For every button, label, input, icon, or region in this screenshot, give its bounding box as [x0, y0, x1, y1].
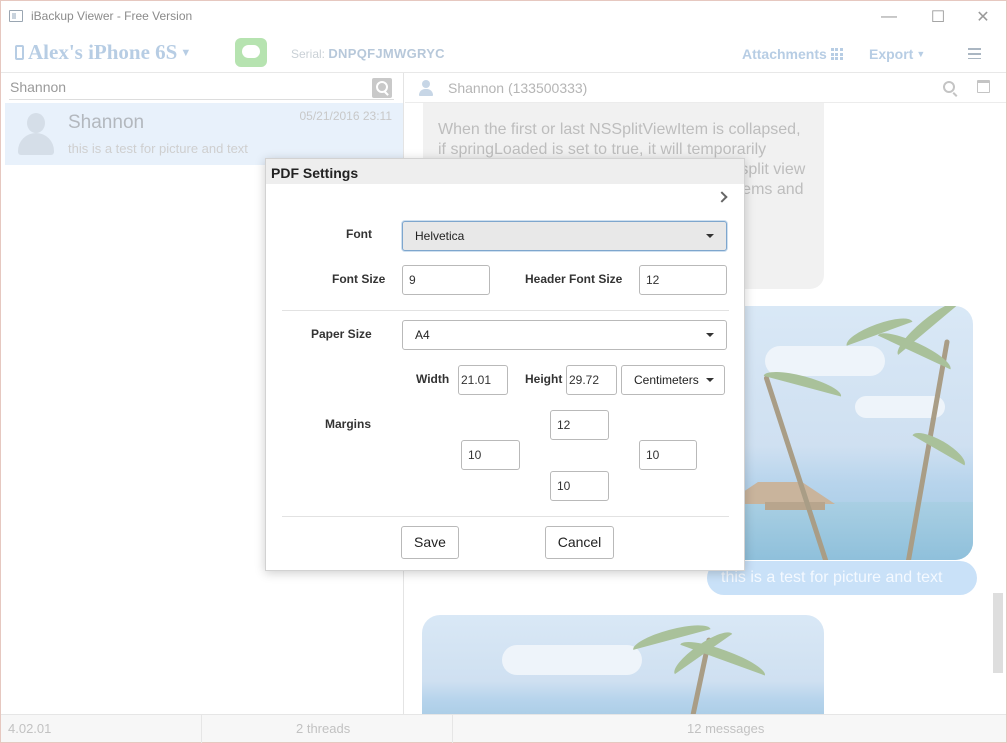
messages-icon[interactable] — [235, 38, 267, 67]
app-window: iBackup Viewer - Free Version — ☐ ✕ Alex… — [0, 0, 1007, 743]
chevron-right-icon[interactable] — [716, 191, 728, 203]
paper-size-label: Paper Size — [311, 327, 372, 341]
height-label: Height — [525, 372, 563, 386]
font-label: Font — [346, 227, 372, 241]
status-bar: 4.02.01 2 threads 12 messages — [1, 714, 1006, 743]
cancel-button[interactable]: Cancel — [545, 526, 614, 559]
thread-count: 2 threads — [296, 721, 351, 736]
message-photo[interactable] — [422, 615, 824, 714]
dialog-title-bar: PDF Settings — [266, 159, 744, 184]
message-photo[interactable] — [705, 306, 973, 560]
calendar-icon[interactable] — [977, 80, 990, 93]
export-label: Export — [869, 46, 914, 62]
dropdown-arrow-icon — [706, 333, 714, 337]
paper-size-value: A4 — [415, 328, 430, 342]
device-name: Alex's iPhone 6S — [28, 40, 178, 64]
thread-search — [9, 76, 394, 100]
font-size-label: Font Size — [332, 272, 386, 286]
font-select[interactable]: Helvetica — [402, 221, 727, 251]
chevron-down-icon: ▼ — [180, 47, 192, 59]
device-selector[interactable]: Alex's iPhone 6S ▼ — [15, 40, 191, 65]
dialog-title: PDF Settings — [271, 165, 359, 181]
chevron-down-icon: ▼ — [916, 49, 926, 59]
save-button[interactable]: Save — [401, 526, 459, 559]
margin-top-field[interactable]: 12 — [550, 410, 609, 440]
version-label: 4.02.01 — [8, 721, 52, 736]
unit-value: Centimeters — [634, 373, 699, 387]
contact-icon — [417, 79, 435, 97]
divider — [282, 310, 729, 311]
search-icon[interactable] — [943, 81, 955, 93]
paper-size-select[interactable]: A4 — [402, 320, 727, 350]
title-bar: iBackup Viewer - Free Version — ☐ ✕ — [1, 1, 1006, 32]
height-field[interactable]: 29.72 — [566, 365, 617, 395]
maximize-button[interactable]: ☐ — [915, 1, 961, 32]
width-field[interactable]: 21.01 — [458, 365, 508, 395]
conversation-scrollbar[interactable] — [990, 103, 1006, 714]
search-input[interactable] — [9, 76, 359, 98]
export-button[interactable]: Export ▼ — [869, 46, 925, 62]
toolbar: Alex's iPhone 6S ▼ Serial: DNPQFJMWGRYC A… — [1, 32, 1006, 73]
grid-icon — [830, 48, 843, 60]
conversation-title: Shannon (133500333) — [448, 80, 588, 96]
margin-left-field[interactable]: 10 — [461, 440, 520, 470]
divider — [282, 516, 729, 517]
font-select-value: Helvetica — [415, 229, 465, 243]
margins-label: Margins — [325, 417, 372, 431]
serial-label: Serial: — [291, 47, 326, 61]
message-count: 12 messages — [687, 721, 765, 736]
pdf-settings-dialog: PDF Settings Font Helvetica Font Size 9 … — [265, 158, 745, 571]
avatar — [15, 111, 57, 157]
unit-select[interactable]: Centimeters — [621, 365, 725, 395]
thread-date: 05/21/2016 23:11 — [299, 109, 392, 123]
close-button[interactable]: ✕ — [960, 1, 1006, 32]
margin-bottom-field[interactable]: 10 — [550, 471, 609, 501]
dropdown-arrow-icon — [706, 378, 714, 382]
app-icon — [9, 10, 23, 22]
window-title: iBackup Viewer - Free Version — [31, 9, 193, 23]
width-label: Width — [416, 372, 450, 386]
phone-icon — [15, 45, 24, 60]
dropdown-arrow-icon — [706, 234, 714, 238]
serial-value: DNPQFJMWGRYC — [328, 46, 445, 61]
thread-name: Shannon — [68, 112, 145, 133]
thread-item[interactable]: Shannon 05/21/2016 23:11 this is a test … — [5, 103, 403, 165]
minimize-button[interactable]: — — [866, 1, 912, 32]
outgoing-message-text: this is a test for picture and text — [721, 569, 943, 586]
conversation-header: Shannon (133500333) — [405, 73, 1006, 103]
thread-preview: this is a test for picture and text — [68, 141, 248, 156]
attachments-label: Attachments — [742, 46, 827, 62]
search-icon[interactable] — [372, 78, 392, 98]
header-font-size-field[interactable]: 12 — [639, 265, 727, 295]
scrollbar-thumb[interactable] — [993, 593, 1003, 673]
margin-right-field[interactable]: 10 — [639, 440, 697, 470]
attachments-button[interactable]: Attachments — [742, 46, 843, 62]
font-size-field[interactable]: 9 — [402, 265, 490, 295]
serial-info: Serial: DNPQFJMWGRYC — [291, 46, 445, 61]
header-font-size-label: Header Font Size — [525, 272, 623, 286]
hamburger-menu-icon[interactable] — [968, 48, 981, 59]
outgoing-message: this is a test for picture and text — [707, 561, 977, 595]
